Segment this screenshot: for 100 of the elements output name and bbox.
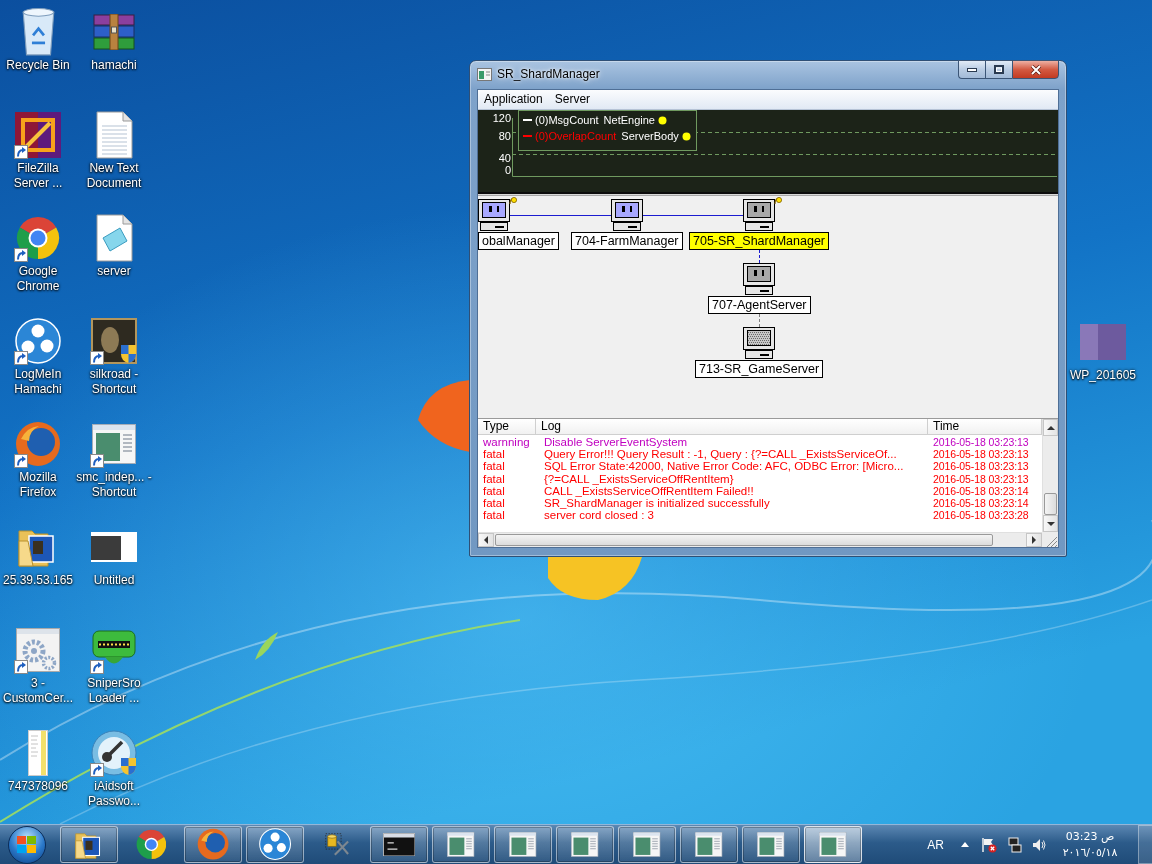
log-time: 2016-05-18 03:23:13 xyxy=(933,436,1029,449)
app-window-icon xyxy=(571,832,599,857)
log-type: fatal xyxy=(483,472,505,485)
network-icon[interactable] xyxy=(1008,836,1022,853)
axis-tick-label: 80 xyxy=(498,130,511,142)
book-stack-icon[interactable] xyxy=(93,14,135,50)
start-button[interactable] xyxy=(8,825,46,864)
maximize-button[interactable] xyxy=(985,60,1012,79)
log-time: 2016-05-18 03:23:28 xyxy=(933,509,1029,522)
node-label[interactable]: 704-FarmManager xyxy=(571,232,683,250)
log-time: 2016-05-18 03:23:14 xyxy=(933,484,1029,497)
firefox-icon[interactable] xyxy=(15,421,61,467)
hamachi-icon[interactable] xyxy=(15,318,61,364)
taskbar-button[interactable] xyxy=(618,826,676,863)
console-icon xyxy=(382,832,416,857)
logo-piece xyxy=(418,380,470,452)
notepad-document-icon[interactable] xyxy=(95,214,133,262)
game-art-icon[interactable] xyxy=(91,318,137,364)
chrome-icon xyxy=(135,829,167,860)
node-label[interactable]: 713-SR_GameServer xyxy=(695,360,824,378)
up-arrow-icon xyxy=(1046,424,1055,431)
down-arrow-icon xyxy=(1046,520,1055,527)
log-type: fatal xyxy=(483,460,505,473)
icon-label[interactable]: server xyxy=(97,264,131,279)
icon-label[interactable]: hamachi xyxy=(91,58,137,73)
show-desktop-button[interactable] xyxy=(1138,825,1152,864)
log-type: fatal xyxy=(483,484,505,497)
log-message: SQL Error State:42000, Native Error Code: AFC, ODBC Error: [Micro... xyxy=(544,460,904,473)
hamachi-icon xyxy=(258,828,292,861)
resize-grip-icon[interactable] xyxy=(1042,532,1058,547)
icon-label[interactable]: 25.39.53.165 xyxy=(2,573,74,588)
photo-placeholder[interactable] xyxy=(91,532,137,562)
log-type: fatal xyxy=(483,448,505,461)
log-message: Disable ServerEventSystem xyxy=(544,436,688,449)
document-thumbnail-icon[interactable] xyxy=(28,730,48,776)
log-type: warnning xyxy=(483,436,530,449)
column-header[interactable]: Time xyxy=(928,419,1042,435)
icon-label[interactable]: New Text Document xyxy=(76,161,152,191)
column-header[interactable]: Type xyxy=(478,419,536,435)
app-window-icon xyxy=(447,832,475,857)
clock-date[interactable]: ٢٠١٦/٠٥/١٨ xyxy=(1062,844,1118,861)
taskbar-button[interactable] xyxy=(432,826,490,863)
taskbar-button[interactable] xyxy=(680,826,738,863)
menu-item[interactable]: Server xyxy=(548,91,597,108)
legend-label: (0)MsgCount xyxy=(535,114,599,126)
icon-label[interactable]: Recycle Bin xyxy=(6,58,70,73)
log-message: SR_ShardManager is initialized successfully xyxy=(544,496,770,510)
icon-label[interactable]: Untitled xyxy=(93,573,135,588)
splitter-bar[interactable] xyxy=(478,192,1058,196)
left-arrow-icon xyxy=(483,536,489,544)
flag-icon[interactable] xyxy=(981,836,997,853)
taskbar-button[interactable] xyxy=(60,826,118,863)
minimize-button[interactable] xyxy=(958,60,985,79)
column-header[interactable]: Log xyxy=(536,419,928,435)
chrome-icon[interactable] xyxy=(16,216,60,260)
icon-label[interactable]: Google Chrome xyxy=(0,264,76,294)
scrollbar-thumb[interactable] xyxy=(1044,493,1057,515)
start-logo-icon xyxy=(17,835,37,854)
taskbar-button[interactable] xyxy=(494,826,552,863)
taskbar-button[interactable] xyxy=(556,826,614,863)
node-label[interactable]: 707-AgentServer xyxy=(708,296,811,314)
language-indicator[interactable]: AR xyxy=(927,837,944,852)
scrollbar-thumb[interactable] xyxy=(495,534,993,546)
leaf-drawing xyxy=(255,632,278,660)
log-message: server cord closed : 3 xyxy=(544,509,654,522)
app-window-icon xyxy=(819,832,847,857)
clock-time[interactable]: 03:23 ص xyxy=(1065,828,1115,845)
scroll-down-button[interactable] xyxy=(1043,515,1058,532)
app-window-icon xyxy=(509,832,537,857)
axis-tick-label: 120 xyxy=(492,112,511,124)
node-label[interactable]: 705-SR_ShardManager xyxy=(689,232,830,250)
close-button[interactable] xyxy=(1012,60,1059,79)
maximize-icon xyxy=(994,65,1004,74)
icon-label[interactable]: Mozilla Firefox xyxy=(0,470,76,500)
scroll-left-button[interactable] xyxy=(478,533,494,547)
icon-label[interactable]: WP_201605 xyxy=(1069,368,1136,383)
scroll-up-button[interactable] xyxy=(1043,419,1058,436)
log-message: {?=CALL _ExistsServiceOffRentItem} xyxy=(544,472,734,485)
legend-source: NetEngine xyxy=(603,114,655,126)
volume-icon[interactable] xyxy=(1032,837,1046,852)
icon-label[interactable]: 3 - CustomCer... xyxy=(0,676,76,706)
taskbar-button[interactable] xyxy=(246,826,304,863)
app-window-icon[interactable] xyxy=(92,424,136,464)
gears-icon[interactable] xyxy=(16,628,60,672)
app-logo-icon[interactable] xyxy=(15,112,61,158)
node-label[interactable]: obalManager xyxy=(478,232,559,250)
caret-icon[interactable] xyxy=(961,842,969,847)
key-icon[interactable] xyxy=(91,730,137,776)
scroll-right-button[interactable] xyxy=(1026,533,1042,547)
icon-label[interactable]: silkroad - Shortcut xyxy=(76,367,152,397)
taskbar-button[interactable] xyxy=(370,826,428,863)
icon-label[interactable]: FileZilla Server ... xyxy=(0,161,76,191)
right-arrow-icon xyxy=(1031,536,1037,544)
text-document-icon[interactable] xyxy=(95,111,133,159)
menu-item[interactable]: Application xyxy=(478,91,549,108)
icon-label[interactable]: LogMeIn Hamachi xyxy=(0,367,76,397)
taskbar-button[interactable] xyxy=(742,826,800,863)
icon-label[interactable]: smc_indep... - Shortcut xyxy=(76,470,152,500)
database-tools-icon xyxy=(325,833,349,856)
app-window-icon xyxy=(695,832,723,857)
